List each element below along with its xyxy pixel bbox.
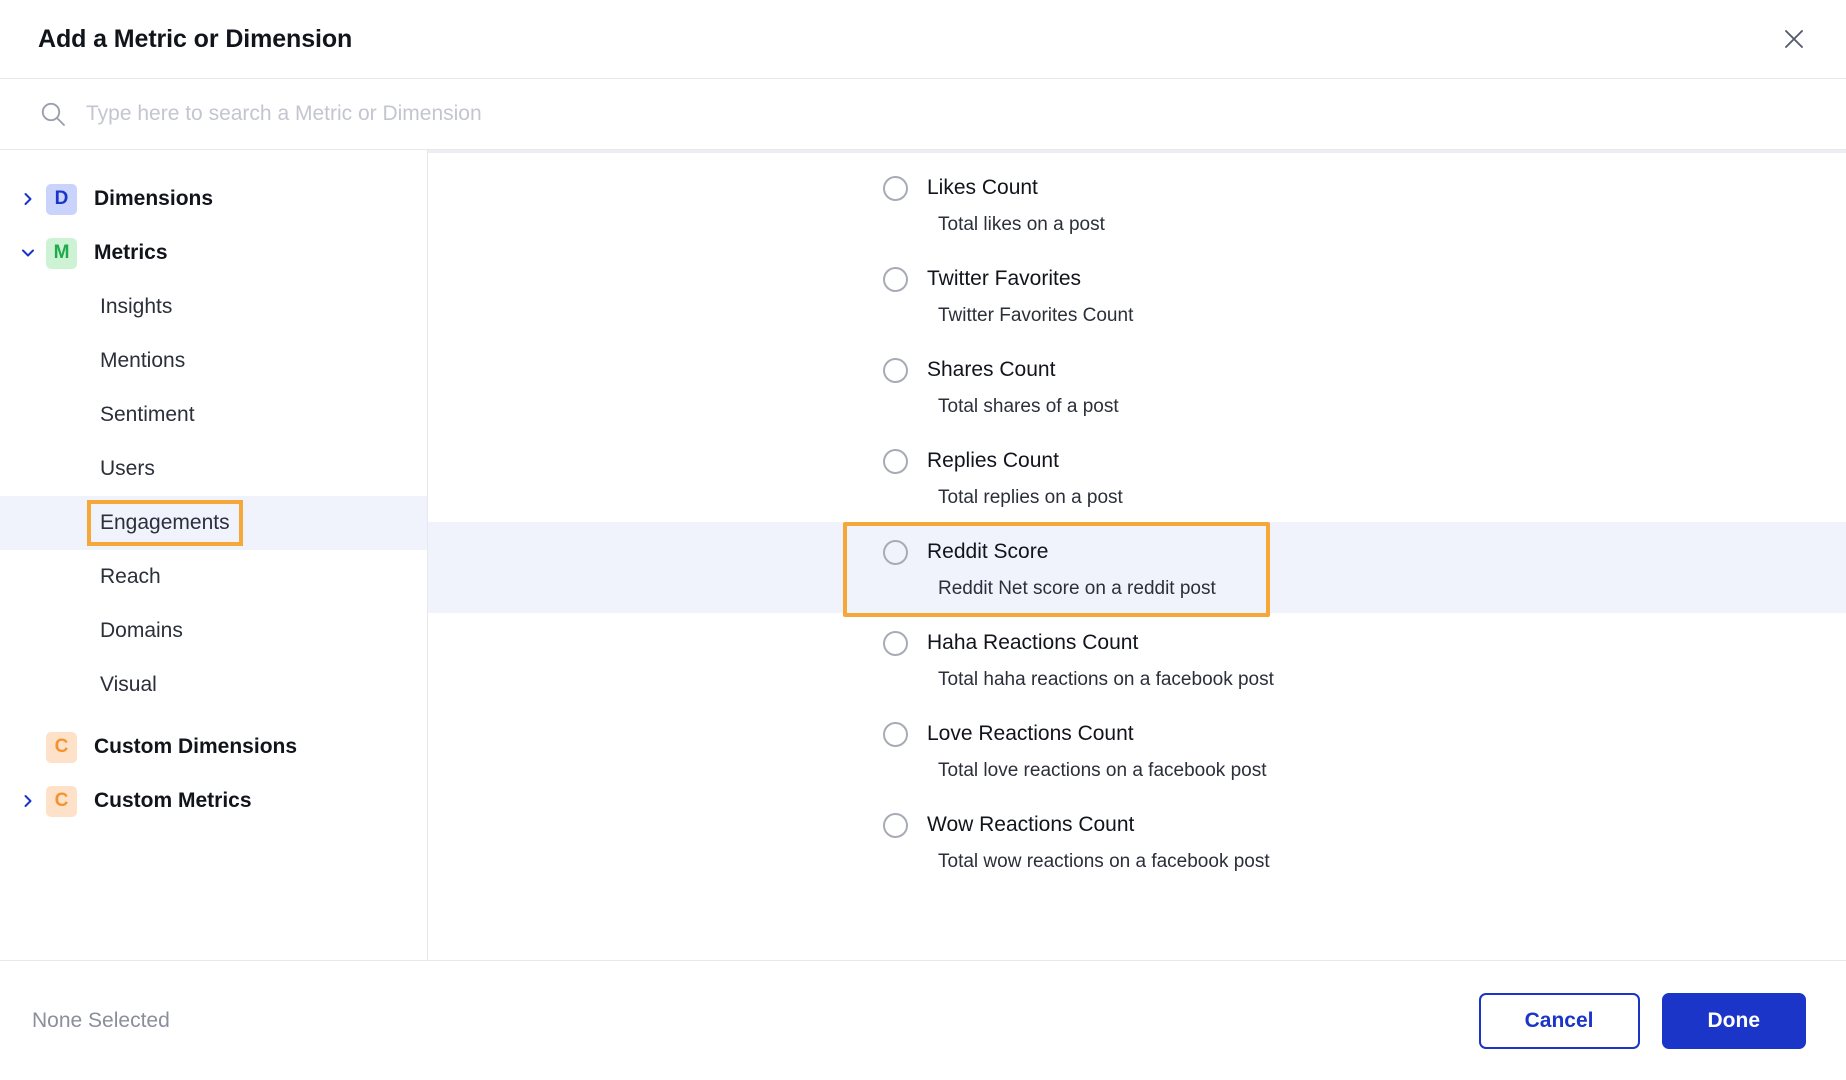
chevron-right-icon[interactable] <box>10 793 46 809</box>
category-sidebar: D Dimensions M Metrics Insights Mentions <box>0 150 428 960</box>
list-item-title: Shares Count <box>927 358 1056 381</box>
sidebar-item-mentions[interactable]: Mentions <box>0 334 427 388</box>
custom-dimension-badge-icon: C <box>46 731 77 763</box>
sidebar-item-users[interactable]: Users <box>0 442 427 496</box>
list-item-description: Total likes on a post <box>938 214 1105 235</box>
radio-icon[interactable] <box>883 812 908 838</box>
metric-badge-icon: M <box>46 237 77 269</box>
radio-icon[interactable] <box>883 357 908 383</box>
dialog-title: Add a Metric or Dimension <box>38 24 353 53</box>
list-item[interactable]: Wow Reactions Count Total wow reactions … <box>428 795 1846 886</box>
radio-icon[interactable] <box>883 721 908 747</box>
sidebar-group-label: Dimensions <box>94 187 214 210</box>
list-item-title: Reddit Score <box>927 540 1049 563</box>
chevron-right-icon[interactable] <box>10 191 46 207</box>
search-input[interactable] <box>86 79 1808 149</box>
list-item-title: Wow Reactions Count <box>927 813 1135 836</box>
search-bar <box>0 79 1846 150</box>
metric-list-panel[interactable]: Likes Count Total likes on a post Twitte… <box>428 150 1846 960</box>
sidebar-item-label: Engagements <box>87 500 243 546</box>
list-item-description: Total replies on a post <box>938 487 1123 508</box>
selection-status: None Selected <box>32 1008 170 1032</box>
sidebar-item-visual[interactable]: Visual <box>0 658 427 712</box>
list-item-reddit-score[interactable]: Reddit Score Reddit Net score on a reddi… <box>428 522 1846 617</box>
list-item-description: Total love reactions on a facebook post <box>938 760 1267 781</box>
list-item-title: Likes Count <box>927 176 1038 199</box>
list-item-title: Replies Count <box>927 449 1059 472</box>
dialog-footer: None Selected Cancel Done <box>0 960 1846 1080</box>
radio-icon[interactable] <box>883 448 908 474</box>
sidebar-group-label: Metrics <box>94 241 168 264</box>
list-item[interactable]: Haha Reactions Count Total haha reaction… <box>428 613 1846 704</box>
close-icon[interactable] <box>1772 17 1816 61</box>
search-icon <box>38 99 68 129</box>
cancel-button[interactable]: Cancel <box>1478 992 1640 1049</box>
sidebar-item-label: Users <box>100 457 155 480</box>
list-item-description: Total haha reactions on a facebook post <box>938 669 1274 690</box>
radio-icon[interactable] <box>883 630 908 656</box>
dialog-body: D Dimensions M Metrics Insights Mentions <box>0 150 1846 960</box>
radio-icon[interactable] <box>883 175 908 201</box>
sidebar-item-label: Domains <box>100 619 183 642</box>
sidebar-group-dimensions[interactable]: D Dimensions <box>0 172 427 226</box>
sidebar-item-sentiment[interactable]: Sentiment <box>0 388 427 442</box>
dialog-header: Add a Metric or Dimension <box>0 0 1846 79</box>
radio-icon[interactable] <box>883 539 908 565</box>
sidebar-group-custom-metrics[interactable]: C Custom Metrics <box>0 774 427 828</box>
list-item-title: Love Reactions Count <box>927 722 1134 745</box>
sidebar-item-label: Mentions <box>100 349 186 372</box>
footer-actions: Cancel Done <box>1478 992 1806 1049</box>
list-item-description: Total wow reactions on a facebook post <box>938 851 1270 872</box>
list-item[interactable]: Replies Count Total replies on a post <box>428 431 1846 522</box>
sidebar-item-label: Visual <box>100 673 157 696</box>
sidebar-group-metrics[interactable]: M Metrics <box>0 226 427 280</box>
custom-metric-badge-icon: C <box>46 785 77 817</box>
list-item-title: Haha Reactions Count <box>927 631 1139 654</box>
list-item-description: Twitter Favorites Count <box>938 305 1134 326</box>
radio-icon[interactable] <box>883 266 908 292</box>
list-item-description: Reddit Net score on a reddit post <box>938 578 1216 599</box>
sidebar-group-label: Custom Metrics <box>94 789 252 812</box>
sidebar-item-domains[interactable]: Domains <box>0 604 427 658</box>
sidebar-group-label: Custom Dimensions <box>94 735 298 758</box>
list-item[interactable]: Love Reactions Count Total love reaction… <box>428 704 1846 795</box>
list-top-divider <box>428 150 1846 153</box>
list-item-description: Total shares of a post <box>938 396 1119 417</box>
chevron-down-icon[interactable] <box>10 245 46 261</box>
dimension-badge-icon: D <box>46 183 77 215</box>
sidebar-item-insights[interactable]: Insights <box>0 280 427 334</box>
list-item[interactable]: Likes Count Total likes on a post <box>428 158 1846 249</box>
sidebar-item-label: Sentiment <box>100 403 195 426</box>
list-item-title: Twitter Favorites <box>927 267 1082 290</box>
sidebar-item-reach[interactable]: Reach <box>0 550 427 604</box>
done-button[interactable]: Done <box>1661 992 1806 1049</box>
sidebar-group-custom-dimensions[interactable]: C Custom Dimensions <box>0 720 427 774</box>
sidebar-item-label: Insights <box>100 295 173 318</box>
sidebar-item-engagements[interactable]: Engagements <box>0 496 427 550</box>
sidebar-item-label: Reach <box>100 565 161 588</box>
list-item[interactable]: Twitter Favorites Twitter Favorites Coun… <box>428 249 1846 340</box>
list-item[interactable]: Shares Count Total shares of a post <box>428 340 1846 431</box>
add-metric-dimension-dialog: Add a Metric or Dimension Type here to s… <box>0 0 1846 1080</box>
